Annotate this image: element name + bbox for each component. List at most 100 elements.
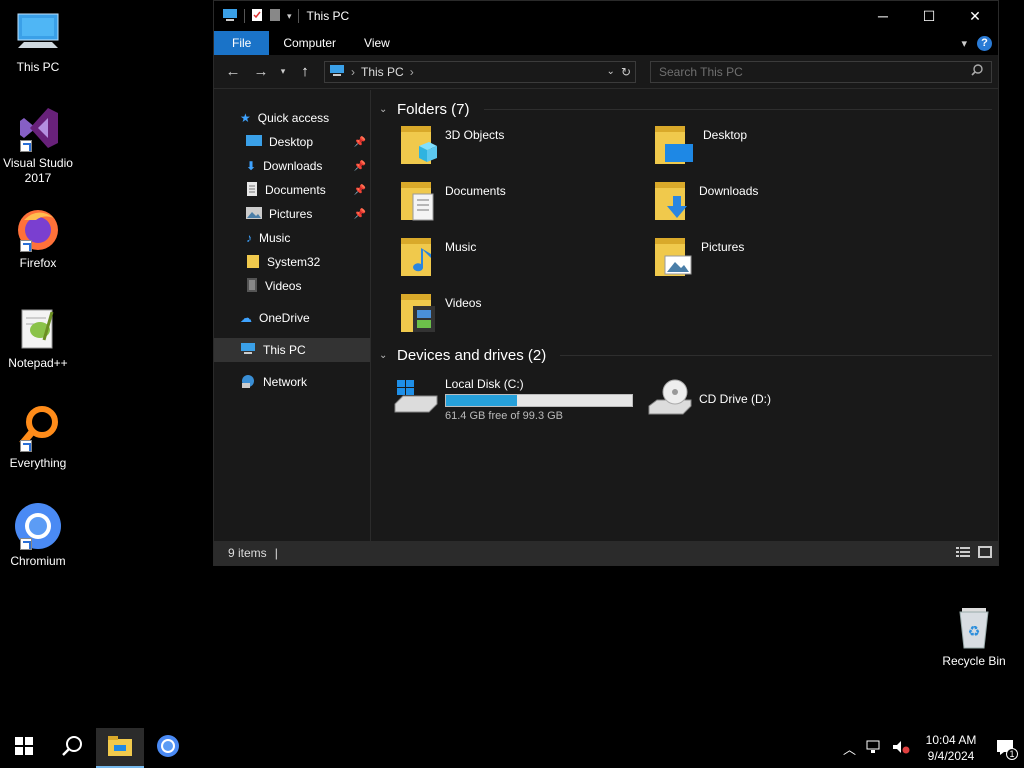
breadcrumb-separator-icon[interactable]: ›: [410, 65, 414, 79]
title-bar: ▾ This PC ─ ☐ ✕: [214, 1, 998, 31]
close-button[interactable]: ✕: [952, 1, 998, 31]
back-button[interactable]: ←: [220, 60, 246, 84]
clock[interactable]: 10:04 AM 9/4/2024: [920, 732, 982, 764]
sidebar-item-pictures[interactable]: Pictures 📌: [214, 202, 370, 226]
file-explorer-icon: [108, 735, 132, 761]
volume-muted-icon[interactable]: [892, 740, 910, 757]
maximize-button[interactable]: ☐: [906, 1, 952, 31]
search-icon[interactable]: [971, 64, 983, 79]
sidebar-item-documents[interactable]: Documents 📌: [214, 178, 370, 202]
desktop-icon-label: Recycle Bin: [942, 654, 1006, 668]
computer-icon: [240, 342, 256, 358]
folder-item-videos[interactable]: Videos: [399, 290, 653, 340]
windows-logo-icon: [15, 736, 33, 760]
desktop-icon-label: Firefox: [19, 256, 57, 270]
start-button[interactable]: [0, 728, 48, 768]
drive-item-cd-drive-d[interactable]: CD Drive (D:): [647, 374, 901, 424]
details-view-icon[interactable]: [956, 546, 970, 561]
video-icon: [246, 277, 258, 295]
folder-item-3d-objects[interactable]: 3D Objects: [399, 122, 653, 172]
videos-folder-icon: [399, 290, 437, 337]
ribbon-tabs: File Computer View ▾ ?: [214, 31, 998, 55]
search-input[interactable]: [659, 64, 971, 79]
status-bar: 9 items |: [214, 541, 998, 565]
desktop-icon-label: Visual Studio 2017: [3, 156, 73, 185]
collapse-chevron-icon[interactable]: ⌄: [379, 104, 391, 115]
large-icons-view-icon[interactable]: [978, 545, 992, 561]
sidebar-item-label: This PC: [263, 343, 306, 357]
network-status-icon[interactable]: [866, 740, 882, 757]
sidebar-item-videos[interactable]: Videos: [214, 274, 370, 298]
up-button[interactable]: ↑: [292, 60, 318, 84]
sidebar-item-label: Documents: [265, 183, 326, 197]
pictures-icon: [246, 206, 262, 222]
window-title: This PC: [306, 9, 350, 23]
sidebar-item-desktop[interactable]: Desktop 📌: [214, 130, 370, 154]
minimize-button[interactable]: ─: [860, 1, 906, 31]
folder-item-desktop[interactable]: Desktop: [653, 122, 907, 172]
sidebar-item-this-pc[interactable]: This PC: [214, 338, 370, 362]
refresh-icon[interactable]: ↻: [621, 65, 631, 79]
sidebar-item-network[interactable]: Network: [214, 370, 370, 394]
sidebar-item-quick-access[interactable]: ★ Quick access: [214, 106, 370, 130]
tab-computer[interactable]: Computer: [269, 31, 350, 55]
clock-date: 9/4/2024: [927, 749, 975, 763]
network-icon: [240, 374, 256, 391]
desktop-icon-recycle-bin[interactable]: ♻ Recycle Bin: [936, 602, 1012, 669]
notification-count: 1: [1006, 748, 1018, 760]
cd-drive-icon: [647, 378, 693, 421]
desktop-icon-this-pc[interactable]: This PC: [0, 8, 76, 75]
group-title: Devices and drives (2): [397, 346, 547, 364]
breadcrumb-this-pc[interactable]: This PC: [361, 65, 404, 79]
customize-toolbar-icon[interactable]: ▾: [287, 11, 292, 22]
address-history-chevron-icon[interactable]: ⌄: [607, 66, 615, 77]
taskbar-file-explorer[interactable]: [96, 728, 144, 768]
new-folder-icon[interactable]: [269, 8, 281, 25]
folder-label: Pictures: [701, 240, 745, 254]
navigation-bar: ← → ▾ ↑ › This PC › ⌄ ↻: [214, 55, 998, 89]
sidebar-item-label: OneDrive: [259, 311, 310, 325]
sidebar-item-downloads[interactable]: ⬇ Downloads 📌: [214, 154, 370, 178]
devices-group-header[interactable]: ⌄ Devices and drives (2): [379, 342, 992, 368]
sidebar-item-music[interactable]: ♪ Music: [214, 226, 370, 250]
sidebar-item-system32[interactable]: System32: [214, 250, 370, 274]
folders-group-header[interactable]: ⌄ Folders (7): [379, 96, 992, 122]
sidebar-item-onedrive[interactable]: ☁ OneDrive: [214, 306, 370, 330]
desktop-icon-firefox[interactable]: Firefox: [0, 204, 76, 271]
expand-ribbon-chevron-icon[interactable]: ▾: [961, 37, 967, 50]
drive-usage-bar: [445, 393, 633, 407]
action-center-button[interactable]: 1: [992, 736, 1018, 760]
drive-item-local-disk-c[interactable]: Local Disk (C:) 61.4 GB free of 99.3 GB: [393, 374, 647, 424]
desktop-icon-notepad-plus-plus[interactable]: Notepad++: [0, 304, 76, 371]
collapse-chevron-icon[interactable]: ⌄: [379, 350, 391, 361]
downloads-folder-icon: [653, 178, 691, 225]
show-hidden-icons-chevron-icon[interactable]: ︿: [843, 739, 856, 758]
folder-label: Downloads: [699, 184, 759, 198]
music-note-icon: ♪: [246, 231, 252, 245]
desktop-folder-icon: [653, 122, 695, 169]
visual-studio-icon: [14, 104, 62, 152]
desktop-icon-everything[interactable]: Everything: [0, 404, 76, 471]
search-box[interactable]: [650, 60, 992, 83]
help-icon[interactable]: ?: [977, 35, 992, 51]
folder-item-pictures[interactable]: Pictures: [653, 234, 907, 284]
tab-file[interactable]: File: [214, 31, 270, 55]
recent-locations-chevron-icon[interactable]: ▾: [276, 60, 290, 84]
folder-item-music[interactable]: Music: [399, 234, 653, 284]
drive-name: Local Disk (C:): [445, 376, 524, 391]
address-bar[interactable]: › This PC › ⌄ ↻: [324, 60, 636, 83]
folder-label: Music: [445, 240, 477, 254]
folder-item-documents[interactable]: Documents: [399, 178, 653, 228]
clock-time: 10:04 AM: [925, 733, 977, 747]
firefox-icon: [14, 204, 62, 252]
desktop-folder-icon: [246, 134, 262, 150]
properties-icon[interactable]: [251, 8, 263, 25]
taskbar-chromium[interactable]: [144, 728, 192, 768]
desktop-icon-visual-studio[interactable]: Visual Studio 2017: [0, 104, 76, 186]
folder-item-downloads[interactable]: Downloads: [653, 178, 907, 228]
search-button[interactable]: [48, 728, 96, 768]
desktop-icon-chromium[interactable]: Chromium: [0, 502, 76, 569]
forward-button[interactable]: →: [248, 60, 274, 84]
tab-view[interactable]: View: [350, 31, 404, 55]
item-count: 9 items: [228, 546, 267, 560]
